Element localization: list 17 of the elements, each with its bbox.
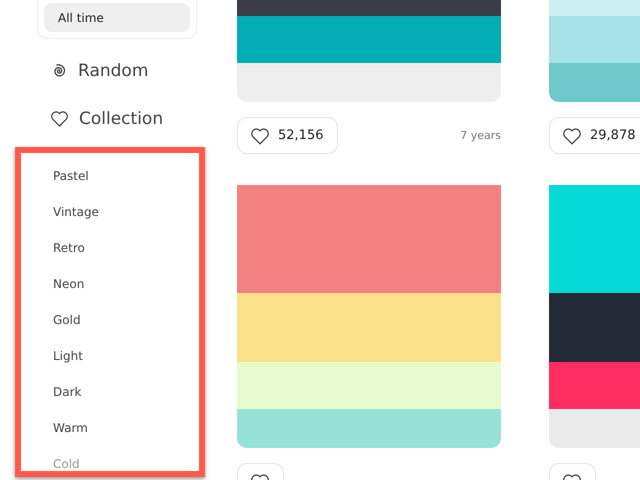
- tag-link[interactable]: Gold: [21, 302, 199, 338]
- tag-link[interactable]: Warm: [21, 410, 199, 446]
- nav-link[interactable]: Collection: [79, 109, 164, 129]
- tag-link[interactable]: Light: [21, 338, 199, 374]
- tag-link[interactable]: Pastel: [21, 158, 199, 194]
- like-button[interactable]: 52,156: [237, 117, 338, 154]
- heart-icon: [50, 110, 69, 128]
- like-button[interactable]: 29,878: [549, 117, 640, 154]
- time-filter-option[interactable]: All time: [44, 3, 190, 32]
- nav-link[interactable]: Random: [78, 61, 148, 81]
- tag-link[interactable]: Neon: [21, 266, 199, 302]
- heart-icon: [250, 126, 270, 144]
- tag-link[interactable]: Retro: [21, 230, 199, 266]
- tag-link[interactable]: Dark: [21, 374, 199, 410]
- heart-icon: [562, 126, 582, 144]
- tag-link[interactable]: Vintage: [21, 194, 199, 230]
- palette-age: 7 years: [460, 129, 501, 142]
